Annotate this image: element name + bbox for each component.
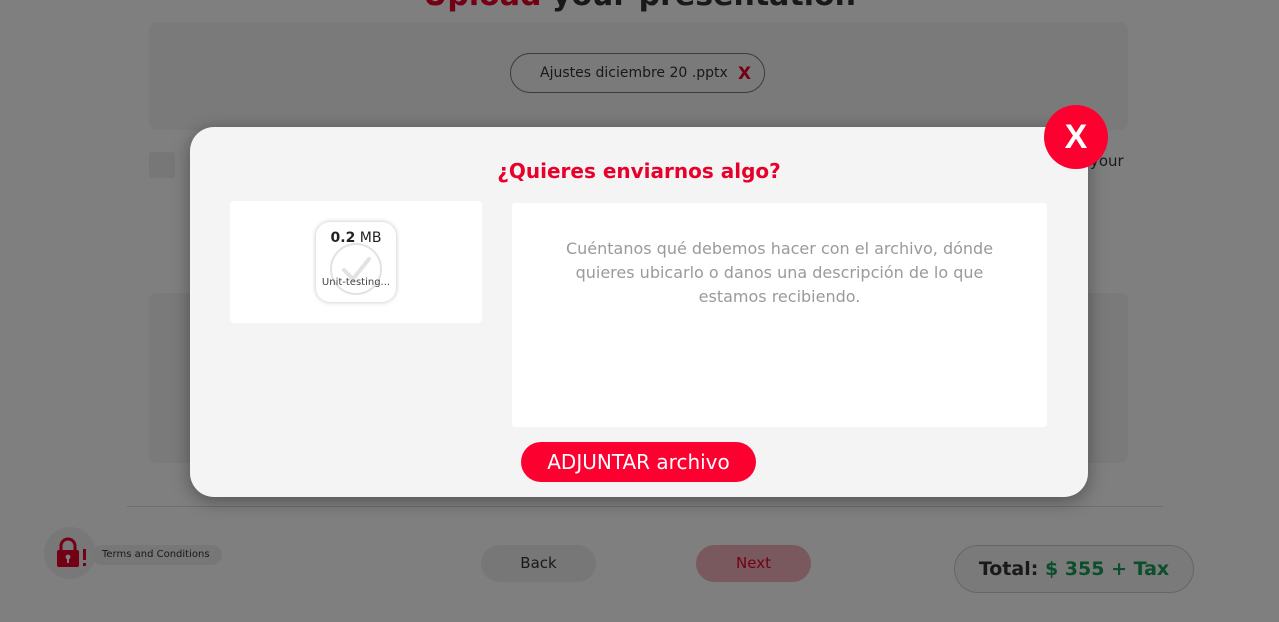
close-modal-button[interactable]: X <box>1044 105 1108 169</box>
modal-title: ¿Quieres enviarnos algo? <box>497 159 781 183</box>
attach-file-button[interactable]: ADJUNTAR archivo <box>521 442 756 482</box>
attachments-panel: 0.2 MB Unit-testing... <box>230 201 482 323</box>
message-textarea[interactable] <box>512 203 1047 427</box>
close-icon: X <box>1064 118 1088 156</box>
send-file-modal: ¿Quieres enviarnos algo? 0.2 MB Unit-tes… <box>190 127 1088 497</box>
attached-file-name: Unit-testing... <box>321 277 391 288</box>
attached-file-card[interactable]: 0.2 MB Unit-testing... <box>316 222 396 302</box>
